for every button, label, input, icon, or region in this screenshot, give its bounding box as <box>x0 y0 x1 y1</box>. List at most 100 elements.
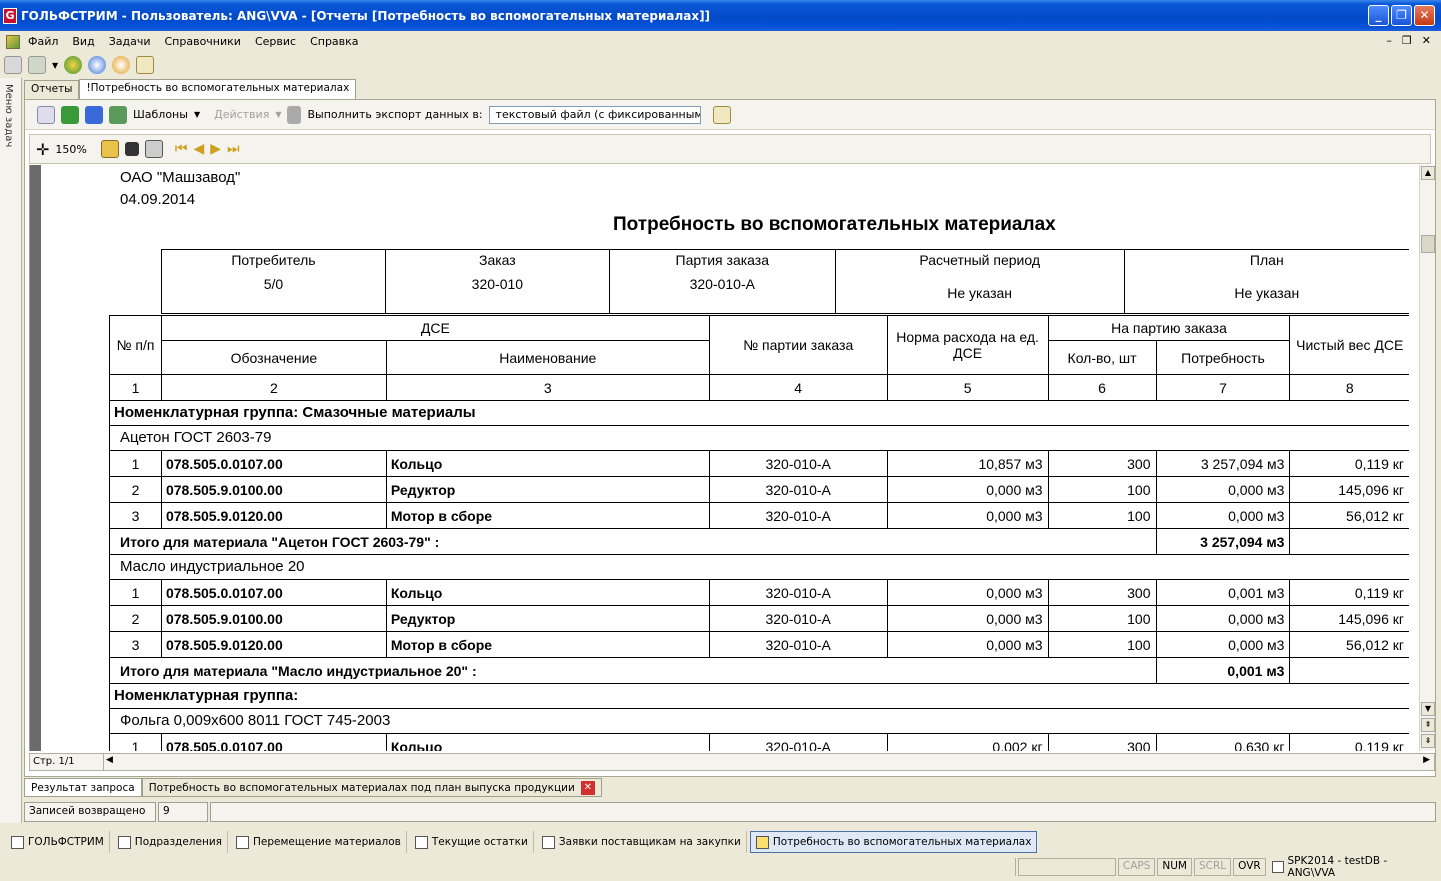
total-empty <box>1289 657 1409 684</box>
open-icon[interactable] <box>100 140 119 158</box>
task-label: Перемещение материалов <box>252 836 401 848</box>
menu-file[interactable]: Файл <box>28 35 58 48</box>
row-weight: 0,119 кг <box>1289 733 1409 751</box>
last-page-icon[interactable]: ⏭ <box>227 141 240 157</box>
save-icon[interactable] <box>124 142 139 156</box>
status-main <box>0 858 1016 876</box>
tab-query-result-label: Результат запроса <box>31 781 135 794</box>
menu-service[interactable]: Сервис <box>255 35 296 48</box>
print-setup-icon[interactable] <box>37 105 55 124</box>
page-down-icon[interactable]: ⇟ <box>1421 734 1435 748</box>
col-num-header: № п/п <box>109 315 162 375</box>
group-label: Номенклатурная группа: Смазочные материа… <box>109 400 1409 426</box>
mdi-minimize-button[interactable]: – <box>1386 34 1392 47</box>
menu-bar: Файл Вид Задачи Справочники Сервис Справ… <box>0 31 1441 52</box>
maximize-button[interactable]: ❐ <box>1391 5 1412 26</box>
task-material-transfer[interactable]: Перемещение материалов <box>231 831 407 853</box>
word-export-icon[interactable] <box>85 105 103 124</box>
tab-query-result[interactable]: Результат запроса <box>24 778 142 797</box>
scroll-down-icon[interactable]: ▼ <box>1421 702 1435 716</box>
report-panel: Шаблоны ▼ Действия ▼ Выполнить экспорт д… <box>24 99 1436 777</box>
database-status: SPK2014 - testDB - ANG\VVA <box>1268 855 1439 879</box>
row-batch: 320-010-А <box>708 605 888 632</box>
mdi-restore-button[interactable]: ❐ <box>1402 34 1412 47</box>
new-window-icon[interactable] <box>4 56 22 74</box>
row-weight: 0,119 кг <box>1289 450 1409 477</box>
page-up-icon[interactable]: ⇞ <box>1421 718 1435 732</box>
col-weight-header: Чистый вес ДСЕ <box>1289 315 1409 375</box>
menu-view[interactable]: Вид <box>72 35 94 48</box>
zoom-level[interactable]: 150% <box>55 143 86 156</box>
row-qty: 100 <box>1047 476 1157 503</box>
row-designation: 078.505.0.0107.00 <box>160 579 387 606</box>
col-name-header: Наименование <box>385 340 710 375</box>
records-extra <box>210 802 1436 822</box>
row-norm: 0,000 м3 <box>886 579 1049 606</box>
info-icon[interactable] <box>112 56 131 74</box>
task-menu-strip[interactable]: Меню задач <box>0 78 22 823</box>
close-icon[interactable]: ✕ <box>580 780 595 795</box>
tab-consumption-plan[interactable]: Потребность во вспомогательных материала… <box>141 778 602 797</box>
chevron-down-icon[interactable]: ▼ <box>275 110 281 119</box>
row-name: Мотор в сборе <box>385 502 710 529</box>
document-icon <box>414 835 428 849</box>
mdi-close-button[interactable]: ✕ <box>1422 34 1431 47</box>
task-supplier-requests[interactable]: Заявки поставщикам на закупки <box>537 831 747 853</box>
export-target-select[interactable]: текстовый файл (с фиксированным ▼ <box>488 105 701 124</box>
menu-help[interactable]: Справка <box>310 35 358 48</box>
actions-menu[interactable]: Действия <box>214 108 269 121</box>
first-page-icon[interactable]: ⏮ <box>175 141 188 157</box>
report-title: Потребность во вспомогательных материала… <box>613 214 1056 235</box>
scroll-right-icon[interactable]: ▶ <box>1423 755 1430 765</box>
chevron-down-icon[interactable]: ▼ <box>52 61 58 70</box>
tasks-dropdown-icon[interactable] <box>28 56 46 74</box>
total-value: 0,001 м3 <box>1155 657 1291 684</box>
report-viewport[interactable]: ОАО "Машзавод" 04.09.2014 Потребность во… <box>29 165 1419 751</box>
refresh-icon[interactable] <box>64 56 83 74</box>
preview-status: Стр. 1/1 ◀ ▶ <box>29 753 1435 771</box>
scroll-up-icon[interactable]: ▲ <box>1421 166 1435 180</box>
row-designation: 078.505.9.0100.00 <box>160 605 387 632</box>
row-qty: 300 <box>1047 579 1157 606</box>
row-need: 0,000 м3 <box>1155 605 1291 632</box>
minimize-button[interactable]: _ <box>1368 5 1389 26</box>
task-current-stock[interactable]: Текущие остатки <box>410 831 534 853</box>
run-export-icon[interactable] <box>712 105 731 124</box>
templates-menu[interactable]: Шаблоны <box>133 108 188 121</box>
row-number: 1 <box>109 579 162 606</box>
preview-toolbar: ✛ 150% ⏮ ◀ ▶ ⏭ <box>29 134 1431 164</box>
total-row: Итого для материала "Масло индустриально… <box>109 657 1409 684</box>
exit-icon[interactable] <box>136 56 155 74</box>
task-material-consumption[interactable]: Потребность во вспомогательных материала… <box>749 831 1038 853</box>
prev-page-icon[interactable]: ◀ <box>193 141 204 157</box>
chevron-down-icon[interactable]: ▼ <box>194 110 200 119</box>
zoom-icon[interactable]: ✛ <box>36 140 49 159</box>
tab-report-consumption[interactable]: !Потребность во вспомогательных материал… <box>79 79 357 99</box>
help-icon[interactable] <box>88 56 107 74</box>
close-button[interactable]: ✕ <box>1414 5 1435 26</box>
row-batch: 320-010-А <box>708 476 888 503</box>
menu-tasks[interactable]: Задачи <box>109 35 151 48</box>
task-golfstream[interactable]: ГОЛЬФСТРИМ <box>6 831 110 853</box>
batch-value: 320-010-А <box>689 276 755 292</box>
next-page-icon[interactable]: ▶ <box>210 141 221 157</box>
total-value: 3 257,094 м3 <box>1155 528 1291 555</box>
row-norm: 10,857 м3 <box>886 450 1049 477</box>
horizontal-scrollbar[interactable]: ◀ ▶ <box>104 754 1434 770</box>
row-number: 2 <box>109 605 162 632</box>
row-batch: 320-010-А <box>708 579 888 606</box>
row-number: 3 <box>109 631 162 658</box>
excel-export-icon[interactable] <box>61 105 79 124</box>
print-icon[interactable] <box>144 140 163 158</box>
task-departments[interactable]: Подразделения <box>113 831 228 853</box>
menu-references[interactable]: Справочники <box>165 35 241 48</box>
plan-value: Не указан <box>1234 285 1300 301</box>
scroll-left-icon[interactable]: ◀ <box>106 755 113 765</box>
table-row: 3 078.505.9.0120.00 Мотор в сборе 320-010-А… <box>109 631 1409 658</box>
grid-export-icon[interactable] <box>109 105 127 124</box>
vertical-scrollbar[interactable]: ▲ ▼ ⇞ ⇟ <box>1419 165 1435 751</box>
tab-reports[interactable]: Отчеты <box>24 80 80 99</box>
row-qty: 100 <box>1047 605 1157 632</box>
total-label: Итого для материала "Масло индустриально… <box>109 657 1157 684</box>
scroll-thumb[interactable] <box>1421 235 1435 253</box>
